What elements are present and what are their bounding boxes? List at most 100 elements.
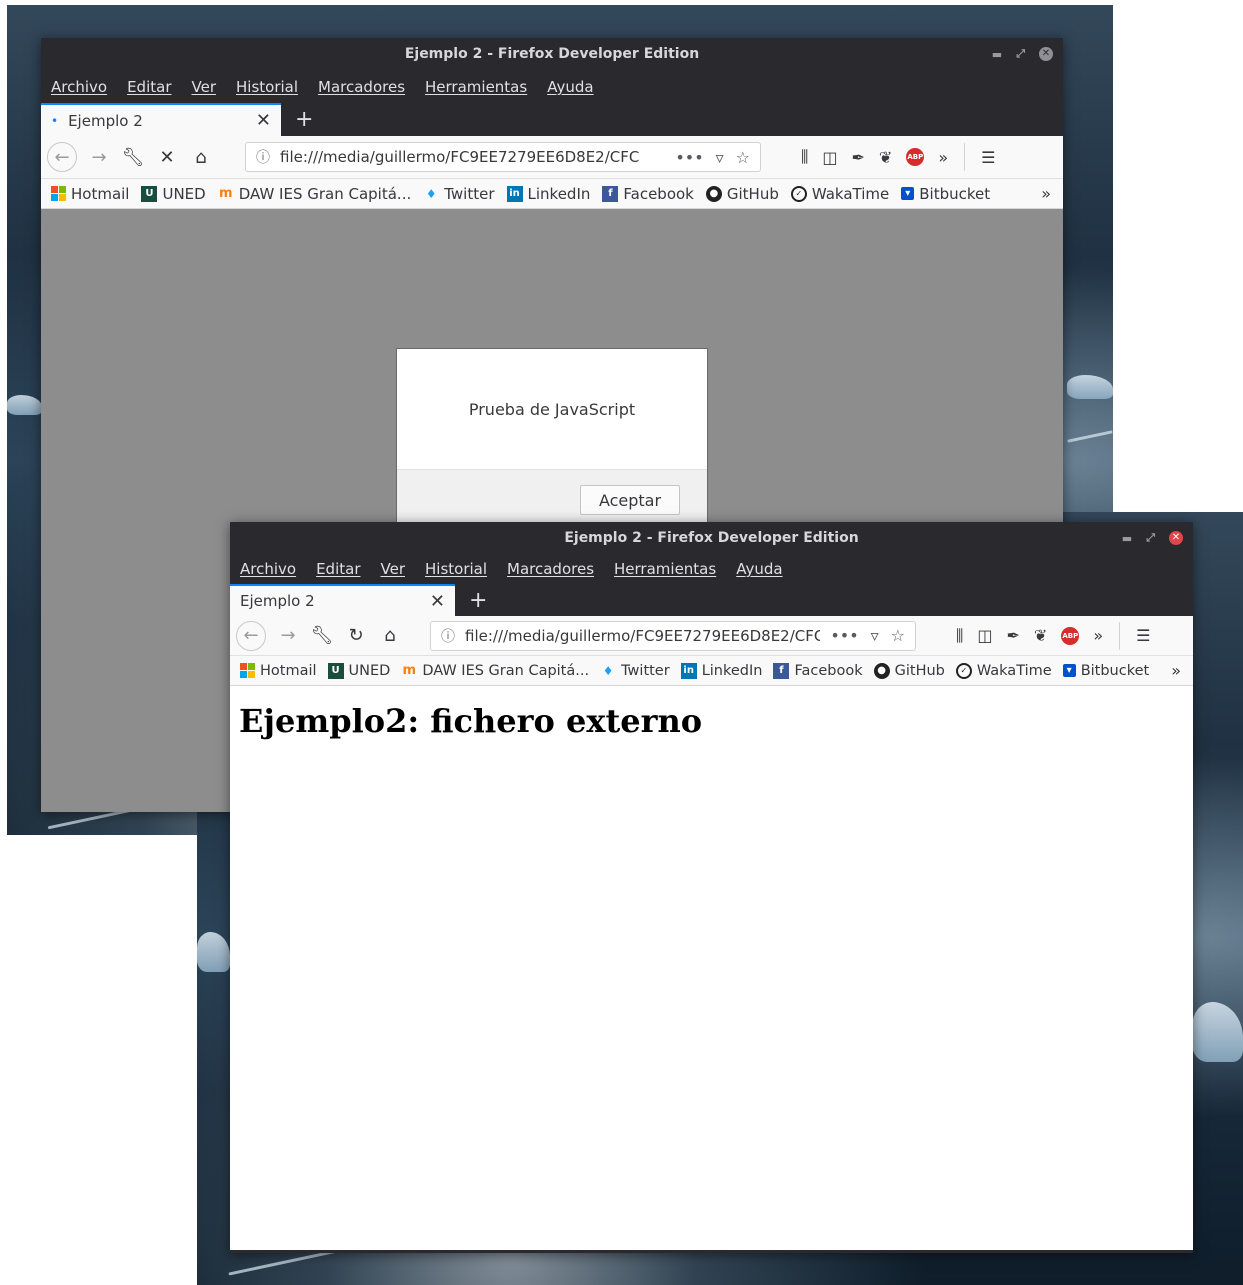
forward-icon[interactable]: → [276,624,300,648]
menu-herramientas[interactable]: Herramientas [614,560,716,578]
bookmarks-overflow-icon[interactable]: » [1171,661,1181,680]
bookmark-star-icon[interactable]: ☆ [736,148,750,167]
close-window-icon[interactable]: ✕ [1169,531,1183,545]
tab-strip: • Ejemplo 2 ✕ + [41,103,1063,136]
minimize-icon[interactable]: ▬ [1122,532,1132,545]
wrench-icon[interactable]: 🔧︎ [121,145,145,169]
bookmark-daw[interactable]: m DAW IES Gran Capitá... [218,185,411,203]
bookmark-twitter[interactable]: ♦ Twitter [600,663,670,679]
menu-ayuda[interactable]: Ayuda [736,560,782,578]
menu-archivo[interactable]: Archivo [240,560,296,578]
minimize-icon[interactable]: ▬ [992,48,1002,61]
menu-historial[interactable]: Historial [236,78,298,96]
adblock-icon[interactable]: ABP [1061,626,1080,645]
info-circle-icon[interactable]: ⓘ [441,626,455,646]
bookmark-facebook[interactable]: f Facebook [773,662,863,679]
page-actions-ellipsis-icon[interactable]: ••• [675,148,703,167]
window-title: Ejemplo 2 - Firefox Developer Edition ▬ … [41,38,1063,70]
moodle-icon: m [218,186,233,201]
bookmark-hotmail[interactable]: Hotmail [240,663,317,679]
menu-ver[interactable]: Ver [381,560,406,578]
home-icon[interactable]: ⌂ [378,624,402,648]
navigation-toolbar: ← → 🔧︎ ✕ ⌂ ⓘ file:///media/guillermo/FC9… [41,136,1063,179]
adblock-icon[interactable]: ABP [906,148,925,166]
pocket-icon[interactable]: ▿ [871,626,879,645]
back-icon[interactable]: ← [47,142,77,172]
twitter-icon: ♦ [425,186,437,201]
pocket-icon[interactable]: ▿ [716,148,724,167]
bookmark-uned[interactable]: U UNED [141,185,206,203]
sidebar-icon[interactable]: ◫ [822,148,837,167]
bookmark-label: Hotmail [260,662,317,679]
tab-ejemplo-2[interactable]: Ejemplo 2 ✕ [230,584,455,616]
bookmarks-overflow-icon[interactable]: » [1041,184,1051,203]
bookmark-facebook[interactable]: f Facebook [602,185,694,203]
tab-label: Ejemplo 2 [68,111,143,130]
menu-archivo[interactable]: Archivo [51,78,107,96]
sidebar-icon[interactable]: ◫ [977,626,992,645]
info-circle-icon[interactable]: ⓘ [256,147,270,167]
menu-editar[interactable]: Editar [316,560,360,578]
overflow-chevron-icon[interactable]: » [1093,626,1103,645]
close-tab-icon[interactable]: ✕ [430,591,445,612]
menu-marcadores[interactable]: Marcadores [318,78,405,96]
eyedropper-icon[interactable]: ✒ [1007,626,1020,645]
stop-icon[interactable]: ✕ [155,145,179,169]
bookmark-github[interactable]: ● GitHub [705,185,779,203]
library-icon[interactable]: ⫼ [801,147,808,167]
uned-icon: U [327,662,344,679]
bookmark-linkedin[interactable]: in LinkedIn [506,184,591,203]
overflow-chevron-icon[interactable]: » [938,148,948,167]
eyedropper-icon[interactable]: ✒ [852,148,865,167]
evernote-icon[interactable]: ❦ [1034,626,1047,645]
bookmark-label: Hotmail [71,184,130,203]
window-title: Ejemplo 2 - Firefox Developer Edition ▬ … [230,522,1193,554]
forward-icon[interactable]: → [87,145,111,169]
evernote-icon[interactable]: ❦ [879,148,892,167]
reload-icon[interactable]: ↻ [344,624,368,648]
menu-herramientas[interactable]: Herramientas [425,78,527,96]
bookmark-label: LinkedIn [527,184,591,203]
maximize-icon[interactable]: ⤢ [1146,531,1155,545]
bookmark-bitbucket[interactable]: ▾ Bitbucket [901,185,990,203]
maximize-icon[interactable]: ⤢ [1016,47,1025,61]
github-icon: ● [873,662,890,679]
wrench-icon[interactable]: 🔧︎ [310,624,334,648]
bookmark-wakatime[interactable]: ✓ WakaTime [955,662,1052,679]
close-tab-icon[interactable]: ✕ [256,110,271,131]
bookmark-uned[interactable]: U UNED [327,662,390,679]
alert-dialog: Prueba de JavaScript Aceptar [396,348,708,530]
tab-ejemplo-2[interactable]: • Ejemplo 2 ✕ [41,103,281,136]
new-tab-button[interactable]: + [455,584,501,616]
hamburger-menu-icon[interactable]: ☰ [981,148,995,167]
menu-ver[interactable]: Ver [192,78,217,96]
menu-editar[interactable]: Editar [127,78,171,96]
window-title-text: Ejemplo 2 - Firefox Developer Edition [404,46,700,62]
accept-button[interactable]: Aceptar [580,485,680,515]
new-tab-button[interactable]: + [281,103,327,136]
bookmark-label: Bitbucket [919,184,991,203]
url-text[interactable]: file:///media/guillermo/FC9EE7279EE6D8E2… [280,148,665,166]
bookmark-wakatime[interactable]: ✓ WakaTime [790,185,889,203]
bookmark-twitter[interactable]: ♦ Twitter [423,185,495,203]
url-bar[interactable]: ⓘ file:///media/guillermo/FC9EE7279EE6D8… [245,142,761,172]
loading-dot-icon: • [51,113,59,128]
url-text[interactable]: file:///media/guillermo/FC9EE7279EE6D8E2… [465,627,820,645]
url-bar[interactable]: ⓘ file:///media/guillermo/FC9EE7279EE6D8… [430,620,916,651]
menu-historial[interactable]: Historial [425,560,487,578]
bookmark-daw[interactable]: m DAW IES Gran Capitá... [401,663,590,679]
bitbucket-icon: ▾ [1062,664,1076,677]
bookmark-bitbucket[interactable]: ▾ Bitbucket [1062,663,1149,679]
page-actions-ellipsis-icon[interactable]: ••• [830,626,858,645]
close-window-icon[interactable]: ✕ [1039,47,1053,61]
bookmark-hotmail[interactable]: Hotmail [51,185,129,203]
bookmark-linkedin[interactable]: in LinkedIn [680,662,762,679]
menu-marcadores[interactable]: Marcadores [507,560,594,578]
back-icon[interactable]: ← [236,620,266,651]
bookmark-star-icon[interactable]: ☆ [891,626,905,645]
menu-ayuda[interactable]: Ayuda [547,78,593,96]
library-icon[interactable]: ⫼ [956,626,963,646]
bookmark-github[interactable]: ● GitHub [873,662,945,679]
home-icon[interactable]: ⌂ [189,145,213,169]
hamburger-menu-icon[interactable]: ☰ [1136,626,1150,645]
